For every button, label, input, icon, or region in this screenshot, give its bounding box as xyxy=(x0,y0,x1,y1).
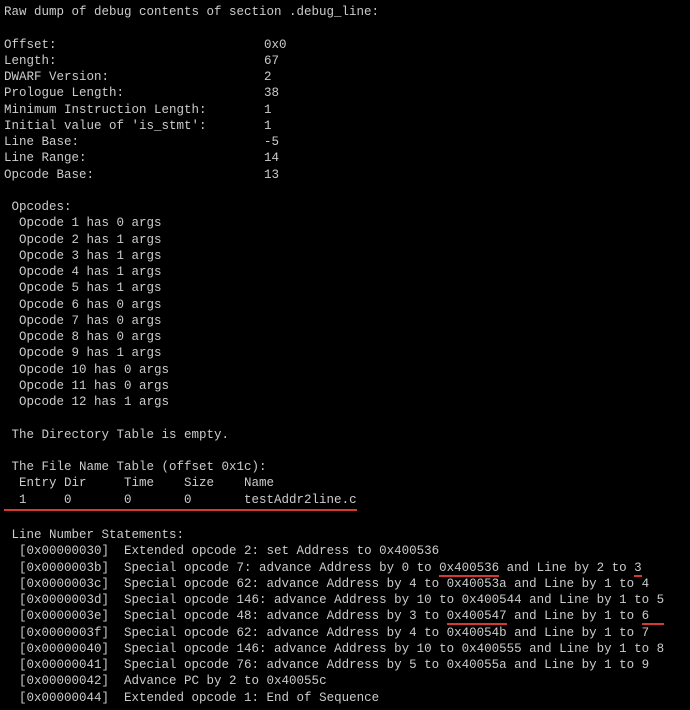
opcodes-header: Opcodes: xyxy=(4,199,686,215)
stmt-line: [0x0000003f] Special opcode 62: advance … xyxy=(4,625,686,641)
opcode-line: Opcode 3 has 1 args xyxy=(4,248,686,264)
highlight-line: 6 xyxy=(642,609,665,625)
highlight-line: 3 xyxy=(634,561,642,577)
stmt-offset: [0x0000003b] xyxy=(4,561,124,575)
field-label: Minimum Instruction Length: xyxy=(4,102,264,118)
field-label: Opcode Base: xyxy=(4,167,264,183)
stmt-text: and Line by 1 to xyxy=(507,609,642,623)
stmt-text: Advance PC by 2 to 0x40055c xyxy=(124,674,327,688)
header-field: Line Base:-5 xyxy=(4,134,686,150)
highlight-address: 0x400536 xyxy=(439,561,499,577)
stmt-offset: [0x0000003e] xyxy=(4,609,124,623)
stmts-header: Line Number Statements: xyxy=(4,527,686,543)
stmt-text: Special opcode 146: advance Address by 1… xyxy=(124,642,664,656)
opcode-line: Opcode 6 has 0 args xyxy=(4,297,686,313)
file-table-columns: Entry Dir Time Size Name xyxy=(4,475,686,491)
stmt-text: Special opcode 7: advance Address by 0 t… xyxy=(124,561,439,575)
stmt-text: and Line by 2 to xyxy=(499,561,634,575)
header-field: Minimum Instruction Length:1 xyxy=(4,102,686,118)
highlight-address: 0x400547 xyxy=(447,609,507,625)
stmt-line: [0x00000042] Advance PC by 2 to 0x40055c xyxy=(4,673,686,689)
field-label: Initial value of 'is_stmt': xyxy=(4,118,264,134)
field-label: Prologue Length: xyxy=(4,85,264,101)
header-field: Initial value of 'is_stmt':1 xyxy=(4,118,686,134)
opcode-line: Opcode 1 has 0 args xyxy=(4,215,686,231)
blank-line xyxy=(4,183,686,199)
stmt-offset: [0x00000044] xyxy=(4,691,124,705)
file-table-header: The File Name Table (offset 0x1c): xyxy=(4,459,686,475)
stmt-offset: [0x0000003c] xyxy=(4,577,124,591)
stmt-line: [0x0000003c] Special opcode 62: advance … xyxy=(4,576,686,592)
stmt-offset: [0x0000003d] xyxy=(4,593,124,607)
stmt-line: [0x00000030] Extended opcode 2: set Addr… xyxy=(4,543,686,559)
header-field: Line Range:14 xyxy=(4,150,686,166)
blank-line xyxy=(4,410,686,426)
blank-line xyxy=(4,20,686,36)
opcode-line: Opcode 12 has 1 args xyxy=(4,394,686,410)
opcode-line: Opcode 11 has 0 args xyxy=(4,378,686,394)
stmt-line: [0x0000003b] Special opcode 7: advance A… xyxy=(4,560,686,576)
header-field: Prologue Length:38 xyxy=(4,85,686,101)
stmt-offset: [0x0000003f] xyxy=(4,626,124,640)
stmt-line: [0x00000044] Extended opcode 1: End of S… xyxy=(4,690,686,706)
field-label: Offset: xyxy=(4,37,264,53)
stmt-offset: [0x00000040] xyxy=(4,642,124,656)
opcode-line: Opcode 2 has 1 args xyxy=(4,232,686,248)
field-value: 1 xyxy=(264,118,272,134)
header-field: Opcode Base:13 xyxy=(4,167,686,183)
stmt-offset: [0x00000030] xyxy=(4,544,124,558)
stmt-line: [0x00000041] Special opcode 76: advance … xyxy=(4,657,686,673)
field-value: 14 xyxy=(264,150,279,166)
stmt-text: Extended opcode 1: End of Sequence xyxy=(124,691,379,705)
stmt-text: Special opcode 48: advance Address by 3 … xyxy=(124,609,447,623)
field-value: -5 xyxy=(264,134,279,150)
opcode-line: Opcode 4 has 1 args xyxy=(4,264,686,280)
stmt-text: Special opcode 62: advance Address by 4 … xyxy=(124,577,649,591)
opcode-line: Opcode 7 has 0 args xyxy=(4,313,686,329)
stmt-offset: [0x00000042] xyxy=(4,674,124,688)
stmt-text: Special opcode 146: advance Address by 1… xyxy=(124,593,664,607)
field-value: 2 xyxy=(264,69,272,85)
field-value: 38 xyxy=(264,85,279,101)
stmt-text: Special opcode 62: advance Address by 4 … xyxy=(124,626,649,640)
dump-header: Raw dump of debug contents of section .d… xyxy=(4,4,686,20)
opcode-line: Opcode 8 has 0 args xyxy=(4,329,686,345)
field-label: Line Range: xyxy=(4,150,264,166)
field-label: Line Base: xyxy=(4,134,264,150)
header-field: Offset:0x0 xyxy=(4,37,686,53)
field-label: DWARF Version: xyxy=(4,69,264,85)
blank-line xyxy=(4,443,686,459)
opcode-line: Opcode 5 has 1 args xyxy=(4,280,686,296)
dir-table: The Directory Table is empty. xyxy=(4,427,686,443)
header-field: DWARF Version:2 xyxy=(4,69,686,85)
field-label: Length: xyxy=(4,53,264,69)
file-table-row: 1 0 0 0 testAddr2line.c xyxy=(4,492,686,511)
stmt-line: [0x00000040] Special opcode 146: advance… xyxy=(4,641,686,657)
field-value: 67 xyxy=(264,53,279,69)
field-value: 13 xyxy=(264,167,279,183)
opcode-line: Opcode 9 has 1 args xyxy=(4,345,686,361)
field-value: 0x0 xyxy=(264,37,287,53)
field-value: 1 xyxy=(264,102,272,118)
header-field: Length:67 xyxy=(4,53,686,69)
opcode-line: Opcode 10 has 0 args xyxy=(4,362,686,378)
blank-line xyxy=(4,511,686,527)
stmt-line: [0x0000003e] Special opcode 48: advance … xyxy=(4,608,686,624)
stmt-line: [0x0000003d] Special opcode 146: advance… xyxy=(4,592,686,608)
stmt-text: Extended opcode 2: set Address to 0x4005… xyxy=(124,544,439,558)
